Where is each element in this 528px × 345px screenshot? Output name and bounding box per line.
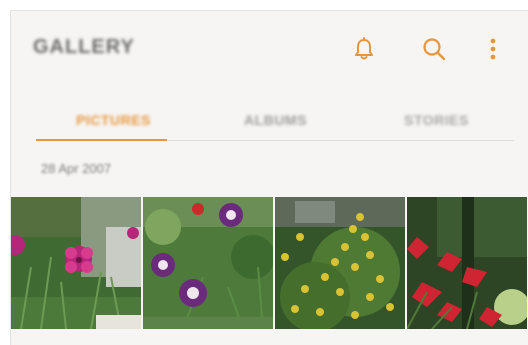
pink-flowers-photo <box>11 197 141 329</box>
tab-bar: PICTURES ALBUMS STORIES <box>36 99 514 141</box>
bell-icon <box>355 37 373 60</box>
more-vert-icon <box>490 38 496 60</box>
photo-thumbnail[interactable] <box>11 197 141 329</box>
tab-divider <box>167 140 514 141</box>
search-icon <box>423 38 446 61</box>
notifications-button[interactable] <box>348 33 380 65</box>
photo-thumbnail[interactable] <box>407 197 527 329</box>
date-header: 28 Apr 2007 <box>41 161 112 176</box>
photo-thumbnail[interactable] <box>143 197 273 329</box>
active-tab-indicator <box>36 139 167 141</box>
photo-grid <box>11 197 528 329</box>
search-button[interactable] <box>418 33 450 65</box>
photo-thumbnail[interactable] <box>275 197 405 329</box>
gallery-app: GALLERY PICTURES ALBUMS STORIES 28 Apr 2… <box>10 10 528 345</box>
more-options-button[interactable] <box>477 33 509 65</box>
yellow-shrub-photo <box>275 197 405 329</box>
app-title: GALLERY <box>33 36 135 58</box>
tab-stories[interactable]: STORIES <box>359 99 514 141</box>
red-leaves-photo <box>407 197 527 329</box>
purple-columbines-photo <box>143 197 273 329</box>
tab-pictures[interactable]: PICTURES <box>36 99 191 141</box>
tab-albums[interactable]: ALBUMS <box>198 99 353 141</box>
